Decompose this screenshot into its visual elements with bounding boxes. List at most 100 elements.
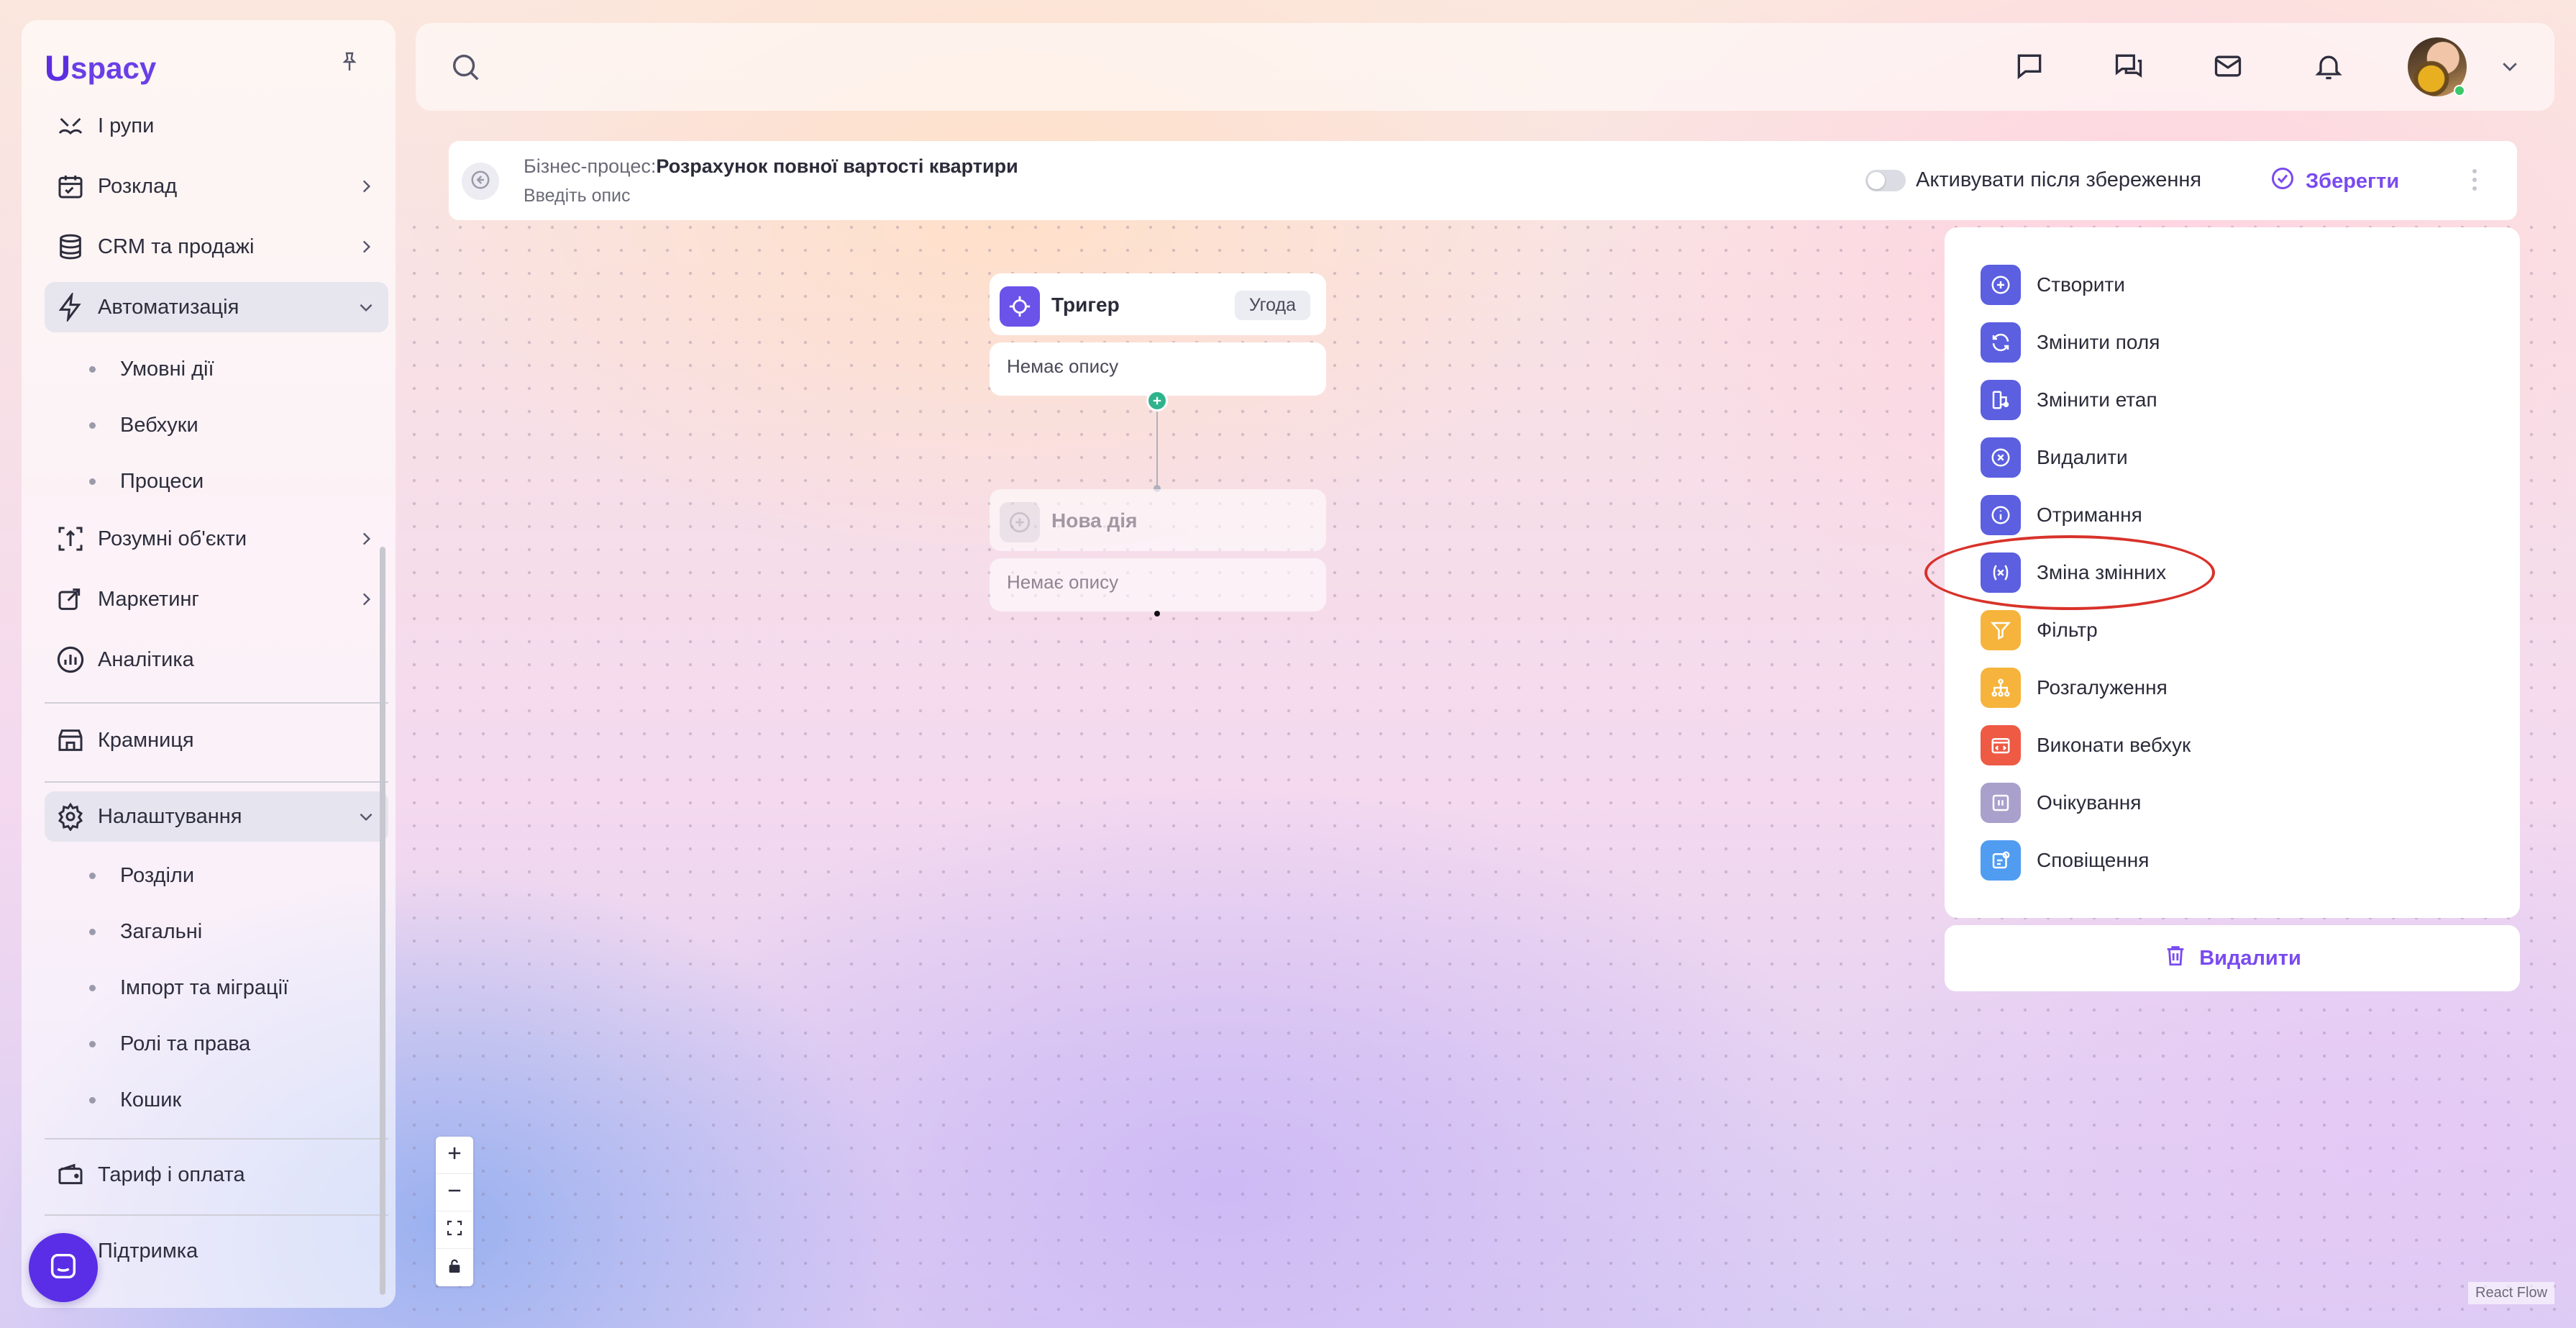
target-icon — [1000, 286, 1040, 327]
sidebar-scrollbar[interactable] — [380, 547, 385, 1295]
action-label: Фільтр — [2037, 619, 2098, 641]
sidebar-item-marketing[interactable]: Маркетинг — [45, 574, 388, 624]
add-step-handle[interactable] — [1146, 390, 1168, 411]
zoom-controls — [436, 1137, 473, 1286]
action-label: Сповіщення — [2037, 849, 2150, 871]
mail-icon[interactable] — [2206, 45, 2250, 88]
bullet-icon — [89, 478, 96, 485]
action-change-stage[interactable]: Змінити етап — [1981, 380, 2157, 420]
sidebar-item-label: Крамниця — [98, 728, 194, 752]
plus-circle-icon — [1981, 265, 2021, 305]
chat-icon — [47, 1250, 80, 1286]
action-label: Видалити — [2037, 446, 2128, 468]
sidebar-subitem-conditional-actions[interactable]: Умовні дії — [65, 351, 214, 387]
analytics-icon — [53, 642, 88, 677]
chevron-down-icon — [357, 298, 375, 320]
message-icon[interactable] — [2008, 45, 2051, 88]
process-name: Розрахунок повної вартості квартири — [656, 155, 1018, 177]
more-options-icon[interactable] — [2470, 167, 2480, 196]
action-change-fields[interactable]: Змінити поля — [1981, 322, 2160, 363]
process-title[interactable]: Бізнес-процес:Розрахунок повної вартості… — [524, 155, 1018, 178]
sidebar-item-smart-objects[interactable]: Розумні об'єкти — [45, 514, 388, 564]
process-description-field[interactable]: Введіть опис — [524, 186, 631, 206]
lightning-icon — [53, 290, 88, 324]
sidebar-subitem-sections[interactable]: Розділи — [65, 858, 194, 893]
sidebar-subitem-processes[interactable]: Процеси — [65, 463, 204, 499]
search-icon[interactable] — [449, 50, 482, 87]
delete-node-button[interactable]: Видалити — [1945, 925, 2520, 991]
edge-connector — [1156, 400, 1158, 489]
app-logo[interactable]: U spacy — [45, 47, 156, 89]
zoom-out-button[interactable] — [436, 1174, 473, 1211]
action-fetch[interactable]: Отримання — [1981, 495, 2142, 535]
chevron-right-icon — [357, 177, 375, 199]
fit-view-button[interactable] — [436, 1211, 473, 1249]
sidebar-subitem-roles[interactable]: Ролі та права — [65, 1026, 250, 1062]
sidebar-item-billing[interactable]: Тариф і оплата — [45, 1150, 388, 1200]
sidebar-item-automation[interactable]: Автоматизація — [45, 282, 388, 332]
chevron-right-icon — [357, 590, 375, 612]
action-label: Створити — [2037, 273, 2125, 296]
trash-icon — [2163, 943, 2199, 973]
sidebar-item-store[interactable]: Крамниця — [45, 715, 388, 765]
react-flow-attribution[interactable]: React Flow — [2468, 1282, 2555, 1304]
action-filter[interactable]: Фільтр — [1981, 610, 2098, 650]
save-button[interactable]: Зберегти — [2270, 165, 2399, 197]
stage-icon — [1981, 380, 2021, 420]
calendar-icon — [53, 169, 88, 204]
action-run-webhook[interactable]: Виконати вебхук — [1981, 725, 2191, 765]
subitem-label: Розділи — [120, 863, 195, 887]
process-header: Бізнес-процес:Розрахунок повної вартості… — [449, 141, 2517, 220]
sidebar-subitem-general[interactable]: Загальні — [65, 914, 202, 950]
back-button[interactable] — [462, 163, 499, 200]
sidebar-item-label: Тариф і оплата — [98, 1163, 245, 1186]
sidebar-subitem-trash[interactable]: Кошик — [65, 1082, 181, 1118]
wallet-icon — [53, 1158, 88, 1192]
sidebar-subitem-webhooks[interactable]: Вебхуки — [65, 407, 198, 443]
new-action-description[interactable]: Немає опису — [990, 558, 1326, 611]
chats-icon[interactable] — [2107, 45, 2150, 88]
plus-circle-icon — [1000, 502, 1040, 542]
source-handle[interactable] — [1154, 611, 1160, 617]
smart-object-icon — [53, 522, 88, 556]
zoom-in-button[interactable] — [436, 1137, 473, 1174]
bell-icon[interactable] — [2307, 45, 2350, 88]
database-icon — [53, 229, 88, 264]
sidebar-item-groups[interactable]: І рупи — [45, 101, 388, 151]
action-delete[interactable]: Видалити — [1981, 437, 2128, 478]
divider — [45, 702, 388, 704]
chevron-right-icon — [357, 237, 375, 260]
sidebar: U spacy І рупи Розклад CRM та продажі Ав… — [22, 20, 396, 1308]
fit-view-icon — [446, 1219, 463, 1240]
lock-button[interactable] — [436, 1249, 473, 1286]
marketing-icon — [53, 582, 88, 617]
action-wait[interactable]: Очікування — [1981, 783, 2141, 823]
x-circle-icon — [1981, 437, 2021, 478]
action-label: Виконати вебхук — [2037, 734, 2191, 756]
sidebar-subitem-import[interactable]: Імпорт та міграції — [65, 970, 288, 1006]
logo-mark: U — [45, 48, 70, 88]
divider — [45, 1214, 388, 1216]
sidebar-item-crm[interactable]: CRM та продажі — [45, 222, 388, 272]
chevron-right-icon — [357, 529, 375, 552]
sidebar-item-analytics[interactable]: Аналітика — [45, 635, 388, 685]
chat-support-button[interactable] — [29, 1233, 98, 1302]
chevron-down-icon[interactable] — [2488, 45, 2531, 88]
sidebar-item-schedule[interactable]: Розклад — [45, 161, 388, 212]
action-branching[interactable]: Розгалуження — [1981, 668, 2168, 708]
action-label: Отримання — [2037, 504, 2142, 526]
new-action-node[interactable]: Нова дія — [990, 489, 1326, 551]
pin-icon[interactable] — [338, 49, 361, 78]
lock-icon — [447, 1258, 462, 1278]
action-create[interactable]: Створити — [1981, 265, 2125, 305]
refresh-icon — [1981, 322, 2021, 363]
action-notification[interactable]: Сповіщення — [1981, 840, 2149, 881]
bullet-icon — [89, 1040, 96, 1047]
sidebar-item-label: І рупи — [98, 114, 155, 137]
trigger-node[interactable]: Тригер Угода — [990, 273, 1326, 335]
trigger-description[interactable]: Немає опису — [990, 342, 1326, 396]
activate-toggle[interactable] — [1865, 170, 1906, 191]
sidebar-item-settings[interactable]: Налаштування — [45, 791, 388, 842]
save-label: Зберегти — [2306, 169, 2400, 193]
branch-icon — [1981, 668, 2021, 708]
